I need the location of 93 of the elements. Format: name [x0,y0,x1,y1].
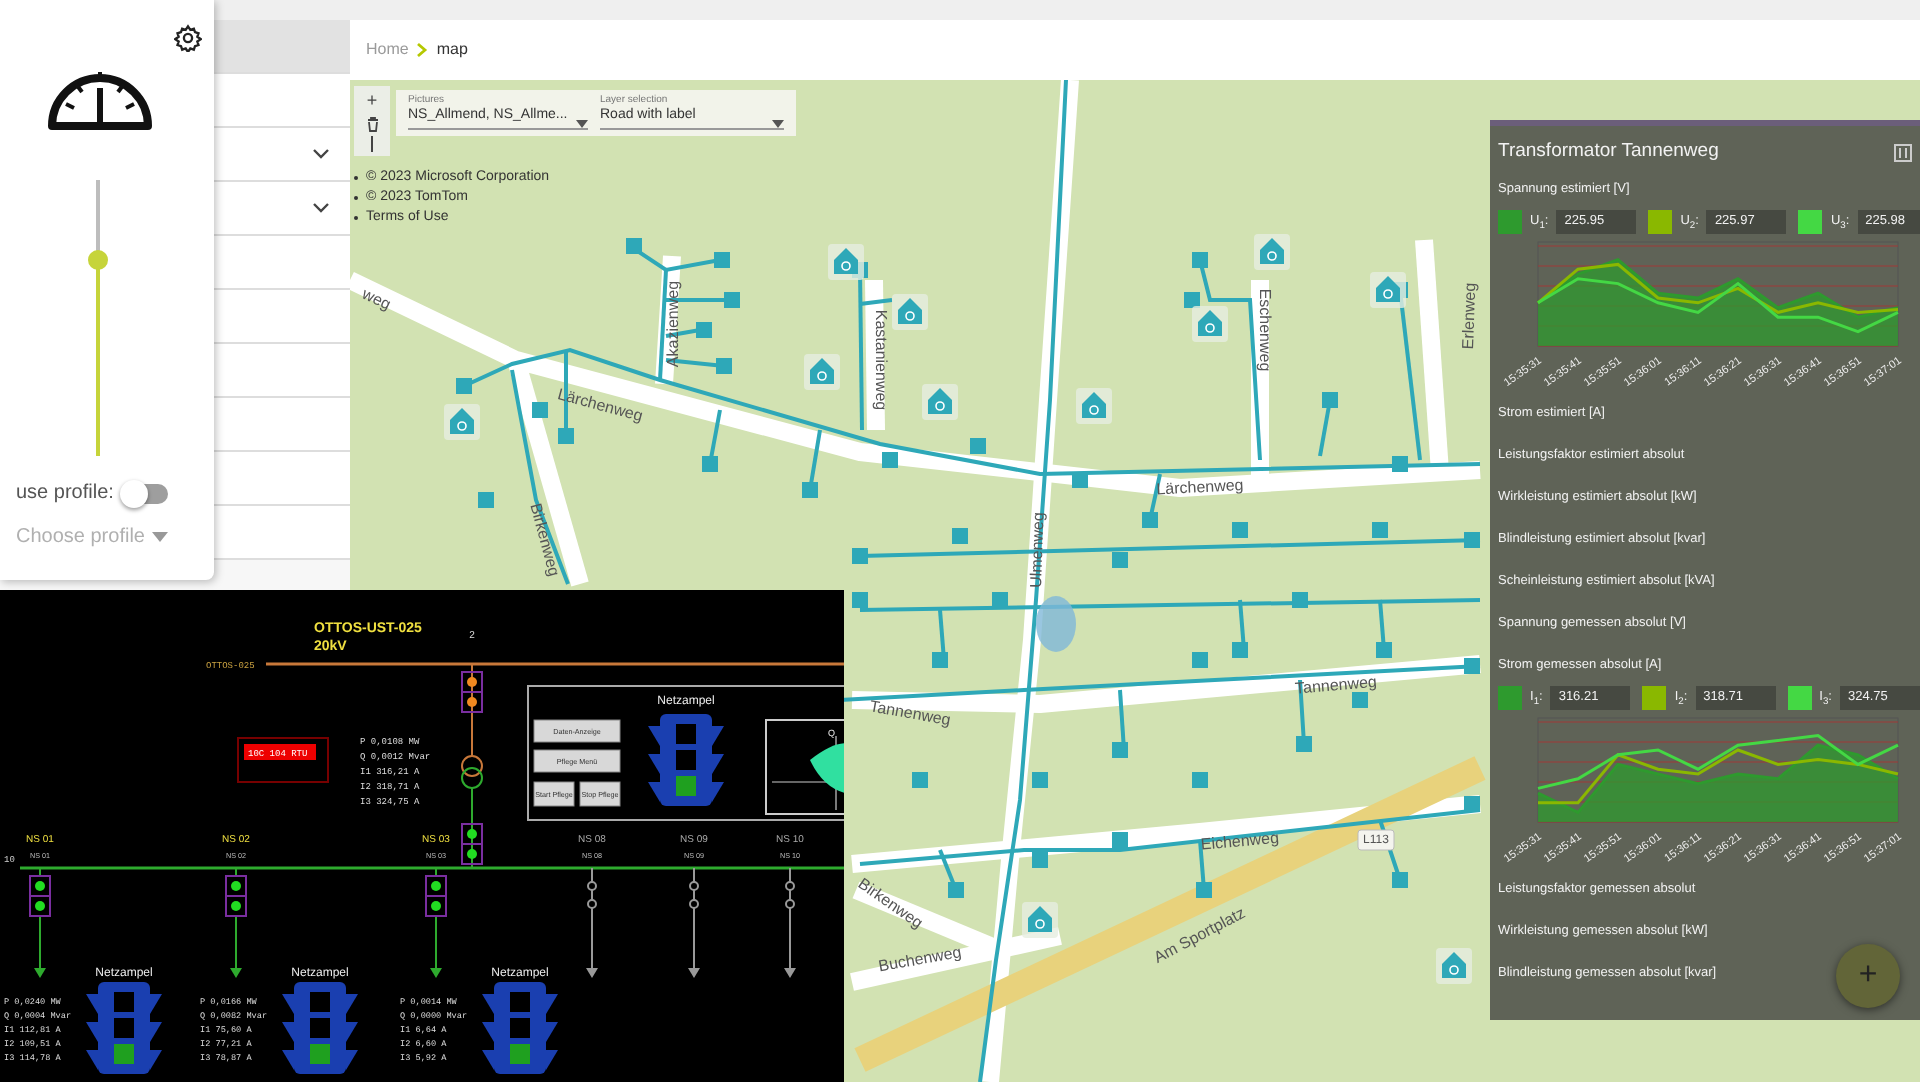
feeder-line-drawing [29,867,51,978]
substation-marker[interactable] [892,294,928,330]
substation-marker[interactable] [828,244,864,280]
cable-box-marker[interactable] [478,492,494,508]
cable-box-marker[interactable] [1142,512,1158,528]
substation-marker[interactable] [804,354,840,390]
cable-box-marker[interactable] [724,292,740,308]
cable-box-marker[interactable] [1112,832,1128,848]
substation-marker[interactable] [1254,234,1290,270]
panel-title: Transformator Tannenweg [1498,138,1719,166]
cable-box-marker[interactable] [1196,882,1212,898]
chevron-down-icon [312,202,330,214]
cable-box-marker[interactable] [696,322,712,338]
cable-box-marker[interactable] [1292,592,1308,608]
cable-box-marker[interactable] [1372,522,1388,538]
street-label: Buchenweg [877,943,963,976]
street-label: Tannenweg [1294,672,1378,698]
caret-icon [576,119,588,127]
chevron-right-icon [416,42,429,58]
toggle-switch[interactable] [119,479,172,507]
cable-box-marker[interactable] [948,882,964,898]
street-label: Ulmenweg [1026,511,1048,589]
cable-box-marker[interactable] [1232,642,1248,658]
toggle-label: use profile: [16,480,114,508]
substation-marker[interactable] [1370,272,1406,308]
cable-box-marker[interactable] [1184,292,1200,308]
cable-box-marker[interactable] [626,238,642,254]
street-label: weg [359,284,394,314]
feeder-line-drawing [425,867,447,978]
cable-box-marker[interactable] [1192,652,1208,668]
cable-box-marker[interactable] [532,402,548,418]
slider-thumb[interactable] [88,250,108,271]
street-label: Erlenweg [1459,282,1480,350]
caret-icon [772,119,784,127]
cable-box-marker[interactable] [1112,742,1128,758]
feeder-line-drawing [586,867,598,978]
cable-box-marker[interactable] [1392,456,1408,472]
settings-icon [174,24,202,52]
cable-box-marker[interactable] [852,592,868,608]
substation-marker[interactable] [1192,306,1228,342]
cable-box-marker[interactable] [952,528,968,544]
substation-marker[interactable] [922,384,958,420]
cable-box-marker[interactable] [558,428,574,444]
cable-box-marker[interactable] [1322,392,1338,408]
cable-box-marker[interactable] [702,456,718,472]
cable-box-marker[interactable] [882,452,898,468]
vertical-line-icon [370,136,374,152]
cable-box-marker[interactable] [716,358,732,374]
breadcrumb-link[interactable]: map [436,38,468,62]
cable-box-marker[interactable] [1112,552,1128,568]
cable-box-marker[interactable] [1072,472,1088,488]
zoom-in-button[interactable]: + [366,90,378,112]
chevron-down-icon [312,148,330,160]
substation-marker[interactable] [1022,902,1058,938]
substation-marker[interactable] [1436,948,1472,984]
street-label: Lärchenweg [1155,475,1244,499]
cable-box-marker[interactable] [714,252,730,268]
cable-box-marker[interactable] [1232,522,1248,538]
pq-diagram [765,719,844,815]
cable-box-marker[interactable] [1392,872,1408,888]
trash-icon [365,116,379,132]
street-label: Akazienweg [664,280,683,368]
cable-box-marker[interactable] [802,482,818,498]
feeder-line-drawing [688,867,700,978]
cable-box-marker[interactable] [1032,772,1048,788]
cable-box-marker[interactable] [970,438,986,454]
feeder-line-drawing [784,867,796,978]
substation-marker[interactable] [444,404,480,440]
cable-box-marker[interactable] [992,592,1008,608]
cable-box-marker[interactable] [456,378,472,394]
street-label: Kastanienweg [871,309,890,411]
cable-box-marker[interactable] [1032,852,1048,868]
cable-box-marker[interactable] [1192,252,1208,268]
expand-icon [1894,143,1912,162]
cable-box-marker[interactable] [912,772,928,788]
sidebar-item[interactable] [214,128,350,182]
substation-marker[interactable] [1076,388,1112,424]
cable-box-marker[interactable] [1192,772,1208,788]
caret-icon [152,532,169,542]
cable-box-marker[interactable] [1464,532,1480,548]
location-marker[interactable] [1036,596,1076,652]
cable-box-marker[interactable] [1376,642,1392,658]
cable-box-marker[interactable] [1352,692,1368,708]
sidebar-item[interactable] [214,182,350,236]
feeder-line-drawing [225,867,247,978]
sidebar-row [214,20,350,74]
street-label: Eichenweg [1200,828,1280,854]
cable-box-marker[interactable] [932,652,948,668]
cable-box-marker[interactable] [1464,796,1480,812]
cable-box-marker[interactable] [1464,658,1480,674]
cable-box-marker[interactable] [852,548,868,564]
cable-box-marker[interactable] [1296,736,1312,752]
street-label: Eschenweg [1255,288,1274,372]
